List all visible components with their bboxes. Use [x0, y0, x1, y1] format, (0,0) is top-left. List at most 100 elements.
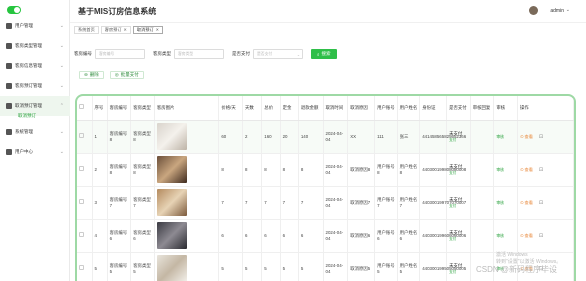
view-button[interactable]: ⊙ 查看	[520, 233, 533, 239]
sidebar-item-room-type[interactable]: 客房类型管理 ⌄	[0, 36, 70, 56]
batch-pay-button[interactable]: ◎ 批量支付	[109, 71, 144, 79]
cell-room-type: 客房类型7	[130, 186, 155, 220]
edit-icon[interactable]: ⊡	[539, 167, 543, 173]
cell-total: 8	[261, 153, 281, 187]
sidebar-toggle[interactable]	[7, 6, 21, 14]
cell-total: 7	[261, 186, 281, 220]
paid-select[interactable]: 是否支付 ⌄	[253, 49, 303, 59]
room-image-cell	[154, 186, 220, 220]
view-icon: ⊙	[520, 199, 524, 205]
edit-icon[interactable]: ⊡	[539, 134, 543, 140]
cell-price: 6	[218, 219, 243, 253]
cell-deposit: 8	[280, 153, 299, 187]
cell-room-no: 客房编号6	[107, 219, 132, 253]
audit-cell: 审核	[493, 186, 518, 220]
delete-button[interactable]: ⊖ 删除	[79, 71, 104, 79]
table-row[interactable]: 1 客房编号8 客房类型8 60 2 160 20 140 2024-04-04 XX 111 张三 4…	[77, 120, 574, 154]
table-row[interactable]: 4 客房编号6 客房类型6 6 6 6 6 6 2024-04-04 取消原因6 用户账号6 用户姓名…	[77, 219, 574, 253]
cell-reason: 取消原因8	[347, 153, 376, 187]
room-no-input[interactable]: 客房编号	[95, 49, 145, 59]
audit-link[interactable]: 审核	[496, 201, 504, 205]
sidebar-item-label: 客房类型管理	[15, 43, 42, 48]
row-checkbox[interactable]	[79, 166, 84, 171]
room-type-label: 客房类型	[153, 51, 171, 56]
cell-account: 用户账号7	[374, 186, 398, 220]
column-header: 审核	[493, 96, 518, 121]
room-image[interactable]	[156, 189, 187, 216]
cell-name: 张三	[397, 120, 421, 154]
chevron-down-icon: ⌄	[59, 23, 64, 29]
user-icon	[6, 149, 12, 155]
audit-link[interactable]: 审核	[496, 234, 504, 238]
room-image[interactable]	[156, 255, 187, 281]
audit-cell: 审核	[493, 219, 518, 253]
cell-refund: 140	[298, 120, 324, 154]
column-header: 天数	[242, 96, 263, 121]
cell-no: 5	[92, 252, 108, 281]
avatar[interactable]	[529, 6, 538, 15]
view-button[interactable]: ⊙ 查看	[520, 167, 533, 173]
cell-days: 5	[242, 252, 263, 281]
cell-room-type: 客房类型6	[130, 219, 155, 253]
edit-icon[interactable]: ⊡	[539, 200, 543, 206]
row-checkbox[interactable]	[79, 133, 84, 138]
tab-cancel-booking[interactable]: 取消预订 ✕	[132, 26, 164, 34]
minus-circle-icon: ⊖	[84, 72, 88, 77]
search-button[interactable]: ⌕ 搜索	[311, 49, 337, 59]
room-image[interactable]	[156, 123, 187, 150]
audit-link[interactable]: 审核	[496, 135, 504, 139]
cell-price: 7	[218, 186, 243, 220]
operations-cell: ⊙ 查看 ⊡	[517, 219, 574, 253]
cell-refund: 5	[298, 252, 324, 281]
chevron-down-icon: ⌄	[59, 43, 64, 49]
select-all-checkbox[interactable]	[79, 104, 84, 110]
chevron-down-icon[interactable]: ⌄	[566, 7, 570, 13]
chevron-down-icon: ⌄	[59, 149, 64, 155]
pay-icon: ◎	[114, 72, 119, 77]
close-icon[interactable]: ✕	[156, 27, 159, 33]
row-checkbox[interactable]	[79, 232, 84, 237]
sidebar-item-system[interactable]: 系统管理 ⌄	[0, 122, 70, 142]
cell-refund: 7	[298, 186, 324, 220]
sidebar-item-label: 系统管理	[15, 129, 33, 134]
action-bar: ⊖ 删除 ◎ 批量支付	[79, 71, 144, 79]
view-button[interactable]: ⊙ 查看	[520, 200, 533, 206]
row-checkbox[interactable]	[79, 265, 84, 270]
room-image-cell	[154, 120, 220, 154]
room-image[interactable]	[156, 222, 187, 249]
room-type-input[interactable]: 客房类型	[174, 49, 224, 59]
sidebar-subitem-cancel[interactable]: 取消预订	[0, 110, 70, 122]
folder-icon	[6, 43, 12, 49]
delete-button-label: 删除	[89, 72, 99, 77]
column-header: 序号	[92, 96, 108, 121]
cell-reply	[470, 186, 495, 220]
row-checkbox[interactable]	[79, 199, 84, 204]
view-button-label: 查看	[524, 166, 533, 172]
room-image[interactable]	[156, 156, 187, 183]
user-name[interactable]: admin	[550, 8, 564, 14]
cell-days: 7	[242, 186, 263, 220]
view-button[interactable]: ⊙ 查看	[520, 134, 533, 140]
close-icon[interactable]: ✕	[124, 27, 127, 33]
sidebar-item-user-management[interactable]: 用户管理 ⌄	[0, 16, 70, 36]
cell-id-card: 440300199505050005	[419, 252, 466, 281]
sidebar-item-room-booking[interactable]: 客房预订管理 ⌄	[0, 76, 70, 96]
tab-home[interactable]: 系统首页	[74, 26, 99, 34]
cell-total: 160	[261, 120, 281, 154]
chevron-down-icon: ⌄	[296, 52, 300, 57]
sidebar-item-room-info[interactable]: 客房信息管理 ⌄	[0, 56, 70, 76]
tab-room-booking[interactable]: 客房预订 ✕	[100, 26, 131, 34]
cell-cancel-time: 2024-04-04	[323, 219, 349, 253]
sidebar-item-user-center[interactable]: 用户中心 ⌄	[0, 142, 70, 162]
search-icon: ⌕	[317, 51, 320, 57]
sidebar: 用户管理 ⌄ 客房类型管理 ⌄ 客房信息管理 ⌄ 客房预订管理 ⌄ 取消预订管理…	[0, 0, 70, 281]
cell-id-card: 440300199808080008	[419, 153, 466, 187]
calendar-icon	[6, 83, 12, 89]
edit-icon[interactable]: ⊡	[539, 233, 543, 239]
audit-link[interactable]: 审核	[496, 168, 504, 172]
cell-days: 8	[242, 153, 263, 187]
chevron-up-icon: ⌃	[59, 103, 64, 109]
sidebar-item-label: 用户管理	[15, 23, 33, 28]
table-row[interactable]: 3 客房编号7 客房类型7 7 7 7 7 7 2024-04-04 取消原因7 用户账号7 用户姓名…	[77, 186, 574, 220]
table-row[interactable]: 2 客房编号8 客房类型8 8 8 8 8 8 2024-04-04 取消原因8 用户账号8 用户姓名…	[77, 153, 574, 187]
